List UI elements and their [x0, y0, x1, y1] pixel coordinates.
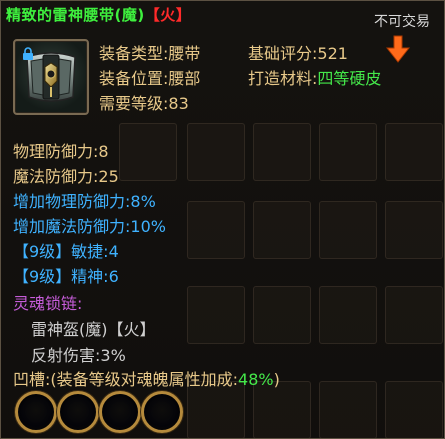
background-slot: [385, 201, 443, 259]
trade-status: 不可交易: [374, 14, 430, 30]
socket-slot-1[interactable]: [15, 391, 57, 433]
socket-info: 凹槽:(装备等级对魂魄属性加成:48%): [13, 366, 280, 390]
background-slot: [319, 201, 377, 259]
background-slot: [119, 123, 177, 181]
soul-chain-item: 雷神盔(魔)【火】: [31, 320, 156, 339]
craft-material-value: 四等硬皮: [317, 69, 382, 88]
item-name: 精致的雷神腰带(魔)【火】: [6, 4, 191, 25]
soul-chain-effect: 反射伤害:3%: [31, 346, 126, 365]
base-score-value: 521: [317, 44, 348, 63]
equip-type-value: 腰带: [168, 44, 201, 63]
item-tooltip: 精致的雷神腰带(魔)【火】 不可交易 装备类型:腰带 装备位置:腰部 需要等级:…: [0, 0, 445, 439]
background-slot: [319, 381, 377, 438]
socket-bonus: 48%: [238, 370, 274, 389]
lock-icon: [23, 47, 33, 60]
craft-material: 打造材料:四等硬皮: [248, 65, 381, 89]
background-slot: [187, 123, 245, 181]
base-score: 基础评分:521: [248, 40, 348, 64]
equip-type: 装备类型:腰带: [99, 40, 200, 64]
background-slot: [253, 201, 311, 259]
craft-material-label: 打造材料:: [248, 69, 318, 88]
add-mag-def-stat: 增加魔法防御力:10%: [13, 217, 166, 236]
item-element-tag: 【火】: [144, 6, 192, 24]
base-score-label: 基础评分:: [248, 44, 318, 63]
background-slot: [187, 201, 245, 259]
required-level-value: 83: [168, 94, 189, 113]
background-slot: [187, 286, 245, 344]
equip-type-label: 装备类型:: [99, 44, 169, 63]
socket-label: 凹槽:: [13, 370, 51, 389]
item-icon-slot[interactable]: [13, 39, 89, 115]
socket-slot-3[interactable]: [99, 391, 141, 433]
socket-slot-2[interactable]: [57, 391, 99, 433]
background-slot: [385, 381, 443, 438]
background-slot: [385, 123, 443, 181]
soul-chain-label: 灵魂锁链:: [13, 294, 83, 313]
down-arrow-icon: [386, 35, 410, 63]
equip-slot: 装备位置:腰部: [99, 65, 200, 89]
background-slot: [253, 123, 311, 181]
background-slot: [319, 123, 377, 181]
item-name-text: 精致的雷神腰带(魔): [6, 6, 145, 24]
socket-note: (装备等级对魂魄属性加成:: [50, 370, 239, 389]
socket-close: ): [273, 370, 280, 389]
phys-def-stat: 物理防御力:8: [13, 142, 109, 161]
background-slot: [253, 286, 311, 344]
background-slot: [385, 286, 443, 344]
mag-def-stat: 魔法防御力:25: [13, 167, 119, 186]
background-slot: [319, 286, 377, 344]
socket-slot-4[interactable]: [141, 391, 183, 433]
equip-slot-value: 腰部: [168, 69, 201, 88]
spirit-stat: 【9级】精神:6: [13, 267, 119, 286]
required-level-label: 需要等级:: [99, 94, 169, 113]
equip-slot-label: 装备位置:: [99, 69, 169, 88]
agility-stat: 【9级】敏捷:4: [13, 242, 119, 261]
required-level: 需要等级:83: [99, 90, 189, 114]
add-phys-def-stat: 增加物理防御力:8%: [13, 192, 156, 211]
